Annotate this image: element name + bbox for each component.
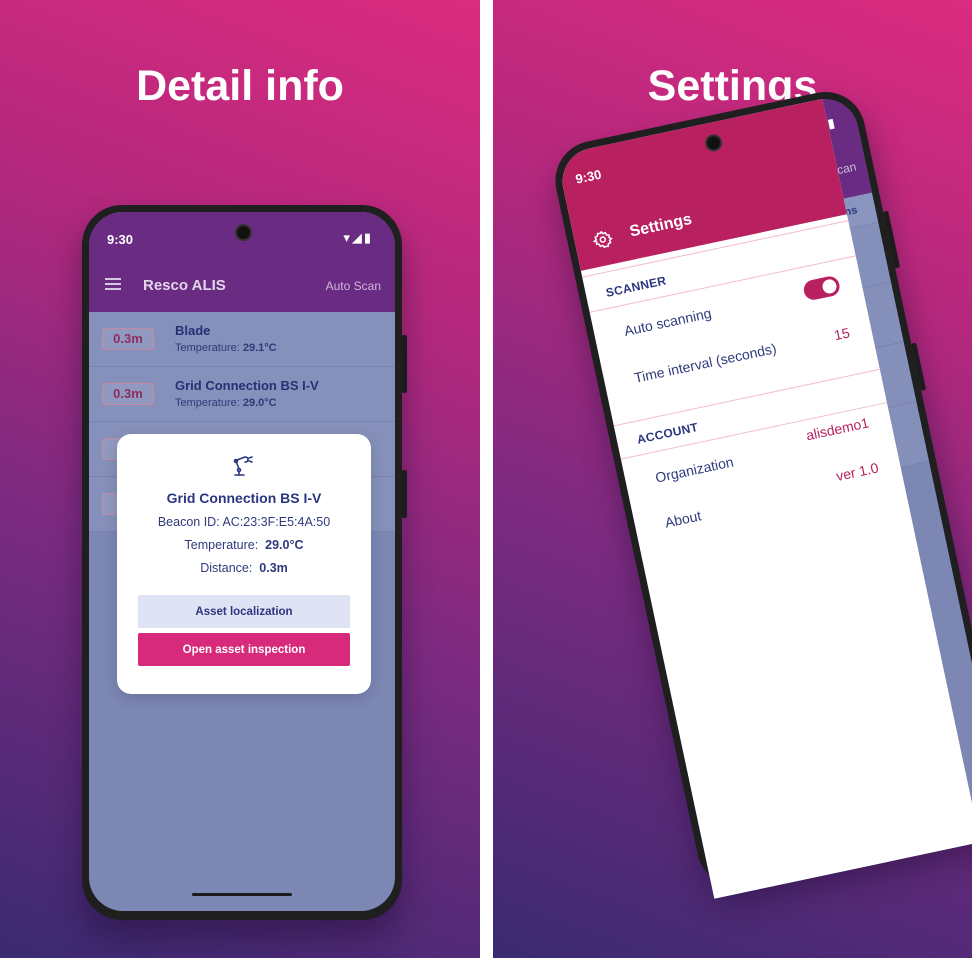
time-interval-value[interactable]: 15 [833,324,852,343]
phone-left: 9:30 ▾◢▮ Resco ALIS Auto Scan 0.3m Blade… [82,205,407,920]
camera-hole [235,224,252,241]
auto-scanning-label: Auto scanning [622,304,713,339]
power-button [402,335,407,393]
asset-detail-dialog: Grid Connection BS I-V Beacon ID: AC:23:… [117,434,371,694]
time-interval-label[interactable]: Time interval (seconds) [633,340,778,386]
phone-right: ▾◢▮ Auto Scan ns 9:30 [548,84,972,899]
app-title: Resco ALIS [143,277,226,294]
about-label[interactable]: About [663,507,702,530]
list-item[interactable]: 0.3m Grid Connection BS I-V Temperature:… [89,367,395,422]
about-value: ver 1.0 [834,459,880,485]
home-indicator[interactable] [192,893,292,896]
asset-temperature: Temperature: 29.0°C [175,397,277,409]
status-time: 9:30 [107,232,134,247]
dialog-title: Grid Connection BS I-V [166,490,322,506]
organization-label[interactable]: Organization [654,453,735,485]
dialog-temperature: Temperature: 29.0°C [184,538,304,552]
wifi-icon: ▾ [343,230,352,245]
settings-drawer: 9:30 Settings SCANNER Auto scanning Time [556,98,972,899]
status-icons: ▾◢▮ [343,230,373,246]
open-asset-inspection-button[interactable]: Open asset inspection [138,633,350,666]
gear-icon [592,230,613,249]
asset-name: Grid Connection BS I-V [175,378,319,393]
phone-screen: ▾◢▮ Auto Scan ns 9:30 [556,92,972,899]
distance-badge: 0.3m [102,383,154,405]
robot-arm-icon [233,456,253,476]
volume-button [911,342,927,391]
settings-headline: Settings [647,62,818,110]
phone-screen: 9:30 ▾◢▮ Resco ALIS Auto Scan 0.3m Blade… [89,212,395,911]
account-section-label: ACCOUNT [635,420,700,447]
asset-temperature: Temperature: 29.1°C [175,342,277,354]
app-bar: Resco ALIS Auto Scan [89,260,395,312]
status-time: 9:30 [574,166,603,187]
camera-hole [703,132,724,153]
detail-info-panel: Detail info 9:30 ▾◢▮ Resco ALIS Auto Sca… [0,0,480,958]
drawer-header: 9:30 Settings [556,98,847,271]
auto-scan-button[interactable]: Auto Scan [326,279,381,293]
detail-info-headline: Detail info [136,62,344,110]
battery-icon: ▮ [363,230,373,245]
auto-scanning-toggle[interactable] [802,274,842,302]
volume-button [402,470,407,518]
scanner-section-label: SCANNER [604,273,668,300]
asset-name: Blade [175,323,211,338]
list-item[interactable]: 0.3m Blade Temperature: 29.1°C [89,312,395,367]
signal-icon: ◢ [351,230,364,245]
status-bar: 9:30 ▾◢▮ [89,212,395,260]
drawer-title: Settings [628,210,694,241]
hamburger-menu-icon[interactable] [105,278,121,290]
organization-value: alisdemo1 [804,414,871,444]
asset-localization-button[interactable]: Asset localization [138,595,350,628]
dialog-distance: Distance: 0.3m [200,561,288,575]
settings-panel: Settings ▾◢▮ Auto Scan ns 9:30 [493,0,972,958]
beacon-id: Beacon ID: AC:23:3F:E5:4A:50 [157,515,331,529]
distance-badge: 0.3m [102,328,154,350]
